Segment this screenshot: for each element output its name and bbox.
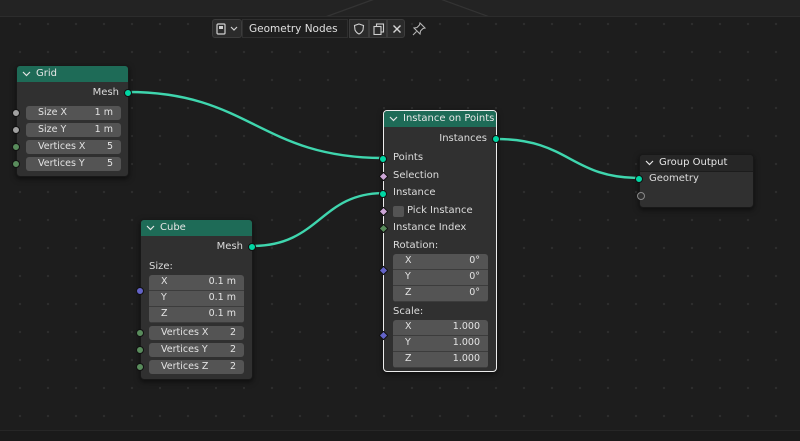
grid-node-header[interactable]: Grid <box>17 66 128 82</box>
instance-input-label: Instance <box>393 187 436 198</box>
shield-icon <box>353 23 365 35</box>
cube-size-vector: X 0.1 m Y 0.1 m Z 0.1 m <box>149 275 244 323</box>
rotation-x-field[interactable]: X 0° <box>393 254 488 270</box>
grid-size-x-socket[interactable] <box>12 109 20 117</box>
points-input-socket[interactable] <box>379 155 387 163</box>
node-tree-browse-button[interactable] <box>212 19 242 38</box>
instance-on-points-node-header[interactable]: Instance on Points <box>384 111 496 127</box>
duplicate-button[interactable] <box>369 19 387 38</box>
cube-mesh-output-socket[interactable] <box>248 243 256 251</box>
chevron-down-icon[interactable] <box>22 69 31 78</box>
grid-size-x-field[interactable]: Size X1 m <box>26 106 121 120</box>
group-output-node-header[interactable]: Group Output <box>640 155 753 172</box>
cube-vertices-y-socket[interactable] <box>136 346 144 354</box>
cube-node-title: Cube <box>160 222 186 233</box>
chevron-down-icon[interactable] <box>146 223 155 232</box>
grid-vertices-x-socket[interactable] <box>12 143 20 151</box>
grid-node[interactable]: Grid Mesh Size X1 m Size Y1 m Vertices X… <box>12 65 132 177</box>
cube-vertices-x-field[interactable]: Vertices X2 <box>149 326 244 340</box>
cube-node[interactable]: Cube Mesh Size: X 0.1 m Y 0.1 m Z 0.1 m Ver… <box>136 219 256 380</box>
grid-output-label: Mesh <box>92 87 119 98</box>
cube-size-socket[interactable] <box>136 287 144 295</box>
duplicate-icon <box>373 23 385 35</box>
fake-user-button[interactable] <box>349 19 369 38</box>
chevron-down-icon[interactable] <box>645 158 654 167</box>
grid-mesh-output-socket[interactable] <box>124 89 132 97</box>
cube-node-header[interactable]: Cube <box>141 220 252 236</box>
cube-vertices-z-socket[interactable] <box>136 363 144 371</box>
selection-input-label: Selection <box>393 170 440 181</box>
cube-size-y-field[interactable]: Y 0.1 m <box>149 291 244 307</box>
grid-node-title: Grid <box>36 68 57 79</box>
group-output-node[interactable]: Group Output Geometry <box>635 154 754 208</box>
header-decoration <box>430 0 500 16</box>
close-icon <box>393 25 401 33</box>
pick-instance-checkbox[interactable] <box>393 206 404 217</box>
cube-size-z-field[interactable]: Z 0.1 m <box>149 307 244 323</box>
cube-vertices-z-field[interactable]: Vertices Z2 <box>149 360 244 374</box>
instances-output-label: Instances <box>439 133 487 144</box>
scale-vector: X 1.000 Y 1.000 Z 1.000 <box>393 320 488 368</box>
grid-vertices-y-socket[interactable] <box>12 160 20 168</box>
chevron-down-icon[interactable] <box>389 114 398 123</box>
group-output-geometry-socket[interactable] <box>635 175 643 183</box>
rotation-label: Rotation: <box>393 240 439 251</box>
editor-bottom-bar <box>0 430 800 441</box>
scale-z-field[interactable]: Z 1.000 <box>393 352 488 368</box>
instance-input-socket[interactable] <box>379 190 387 198</box>
group-output-node-title: Group Output <box>659 157 728 168</box>
cube-size-x-field[interactable]: X 0.1 m <box>149 275 244 291</box>
scale-y-field[interactable]: Y 1.000 <box>393 336 488 352</box>
header-decoration <box>310 0 390 16</box>
editor-top-bar <box>0 0 800 17</box>
cube-size-label: Size: <box>149 261 173 272</box>
instance-on-points-node[interactable]: Instance on Points Instances Points Sele… <box>378 110 500 372</box>
grid-size-y-field[interactable]: Size Y1 m <box>26 123 121 137</box>
rotation-vector: X 0° Y 0° Z 0° <box>393 254 488 302</box>
group-output-geometry-label: Geometry <box>649 173 699 184</box>
scale-label: Scale: <box>393 306 424 317</box>
node-tree-icon <box>216 23 238 35</box>
cube-vertices-x-socket[interactable] <box>136 329 144 337</box>
node-tree-name: Geometry Nodes <box>249 23 338 35</box>
group-output-empty-socket[interactable] <box>637 192 645 200</box>
pin-icon <box>412 22 426 36</box>
rotation-z-field[interactable]: Z 0° <box>393 286 488 302</box>
points-input-label: Points <box>393 152 424 163</box>
instance-on-points-node-title: Instance on Points <box>403 113 495 124</box>
pick-instance-label: Pick Instance <box>407 205 473 216</box>
cube-vertices-y-field[interactable]: Vertices Y2 <box>149 343 244 357</box>
grid-vertices-x-field[interactable]: Vertices X5 <box>26 140 121 154</box>
instances-output-socket[interactable] <box>492 135 500 143</box>
cube-output-label: Mesh <box>216 241 243 252</box>
grid-vertices-y-field[interactable]: Vertices Y5 <box>26 157 121 171</box>
grid-size-y-socket[interactable] <box>12 126 20 134</box>
pin-button[interactable] <box>409 19 427 38</box>
rotation-y-field[interactable]: Y 0° <box>393 270 488 286</box>
unlink-button[interactable] <box>387 19 405 38</box>
node-tree-name-field[interactable]: Geometry Nodes <box>242 19 348 38</box>
instance-index-label: Instance Index <box>393 222 467 233</box>
scale-x-field[interactable]: X 1.000 <box>393 320 488 336</box>
